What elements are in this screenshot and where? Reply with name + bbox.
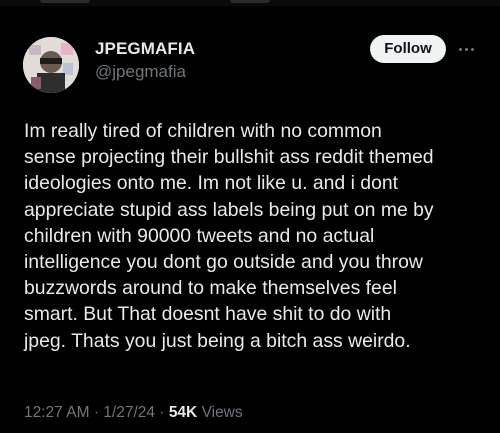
previous-content-edge <box>0 0 500 6</box>
tweet-line: jpeg. Thats you just being a bitch ass w… <box>24 329 411 352</box>
tweet-line: Im really tired of children with no comm… <box>24 120 382 142</box>
previous-content-fragment <box>40 0 90 3</box>
author-info[interactable]: JPEGMAFIA @jpegmafia <box>95 38 195 83</box>
author-handle[interactable]: @jpegmafia <box>95 61 195 83</box>
more-horizontal-icon[interactable] <box>456 38 478 60</box>
tweet-line: children with 90000 tweets and no actual <box>24 224 375 247</box>
tweet-line: intelligence you dont go outside and you… <box>24 250 423 273</box>
tweet-line: ideologies onto me. Im not like u. and i… <box>24 172 399 195</box>
avatar[interactable] <box>23 37 79 93</box>
dot <box>471 48 474 51</box>
tweet-line: sense projecting their bullshit ass redd… <box>24 146 434 169</box>
tweet-line: buzzwords around to make themselves feel <box>24 277 397 300</box>
dot <box>465 48 468 51</box>
follow-button[interactable]: Follow <box>370 35 446 63</box>
tweet-line: appreciate stupid ass labels being put o… <box>24 198 434 221</box>
tweet-line: smart. But That doesnt have shit to do w… <box>24 303 392 326</box>
separator: · <box>93 404 99 421</box>
tweet-time[interactable]: 12:27 AM <box>24 404 90 421</box>
tweet-date[interactable]: 1/27/24 <box>103 404 155 421</box>
tweet-text: Im really tired of children with no comm… <box>24 118 496 354</box>
tweet-meta: 12:27 AM · 1/27/24 · 54K Views <box>24 403 243 423</box>
author-display-name[interactable]: JPEGMAFIA <box>95 38 195 60</box>
previous-content-fragment <box>230 0 270 3</box>
avatar-image <box>23 37 79 93</box>
dot <box>459 48 462 51</box>
views-label: Views <box>201 404 243 421</box>
separator: · <box>159 404 165 421</box>
views-count[interactable]: 54K <box>169 404 197 421</box>
